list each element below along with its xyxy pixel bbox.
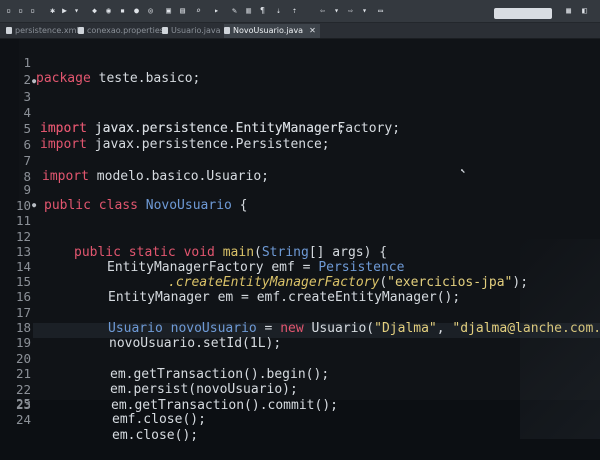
code-line: 25 emf.close(); [0, 380, 600, 427]
new-package-icon[interactable]: ▪ [118, 6, 127, 15]
run-icon[interactable]: ▶ [60, 6, 69, 15]
tab-label: Usuario.java [171, 26, 221, 35]
code-text: emf.close(); [112, 412, 206, 427]
fold-toggle-icon[interactable]: ● [32, 73, 36, 89]
pin-editor-icon[interactable]: ▭ [376, 6, 385, 15]
properties-file-icon [78, 27, 84, 34]
code-line: 16 [0, 273, 600, 304]
new-class-icon[interactable]: ● [132, 6, 141, 15]
new-file-icon[interactable]: ▫ [4, 6, 13, 15]
code-line: 10 [0, 182, 600, 213]
line-number: 25 [15, 396, 31, 411]
code-line: 13 EntityManagerFactory emf = Persistenc… [0, 228, 600, 275]
tab-label: persistence.xml [15, 26, 79, 35]
code-line: 12 [0, 213, 600, 244]
xml-file-icon [6, 27, 12, 34]
open-type-icon[interactable]: ▣ [164, 6, 173, 15]
toolbar: ▫ ▫ ▫ ✱ ▶ ▾ ◆ ◉ ▪ ● ◎ ▣ ▤ ⌕ ▸ ✎ ▥ ¶ ⇣ ⇡ … [0, 0, 600, 23]
code-line: 9 public class NovoUsuario { [0, 166, 600, 213]
new-interface-icon[interactable]: ◎ [146, 6, 155, 15]
next-annotation-icon[interactable]: ⇣ [274, 6, 283, 15]
annotation-icon[interactable]: ▸ [212, 6, 221, 15]
code-line: 20 em.getTransaction().begin(); [0, 335, 600, 382]
code-editor[interactable]: 1 package teste.basico; 2 3 ● import jav… [0, 39, 600, 443]
toggle-mark-icon[interactable]: ✎ [230, 6, 239, 15]
code-line: 11 ● public static void main(String[] ar… [0, 197, 600, 260]
code-line: 14 .createEntityManagerFactory("exercici… [0, 243, 600, 290]
back-icon[interactable]: ⇦ [318, 6, 327, 15]
forward-menu-icon[interactable]: ▾ [360, 6, 369, 15]
show-whitespace-icon[interactable]: ¶ [258, 6, 267, 15]
close-icon[interactable]: ✕ [309, 26, 316, 35]
code-line: 7 import modelo.basico.Usuario; [0, 137, 600, 184]
back-menu-icon[interactable]: ▾ [332, 6, 341, 15]
code-line: 17 Usuario novoUsuario = new Usuario("Dj… [0, 289, 600, 336]
mouse-pointer-icon: ⬉ [460, 167, 466, 177]
code-line: 6 [0, 121, 600, 152]
run-menu-icon[interactable]: ▾ [72, 6, 81, 15]
java-file-icon [162, 27, 168, 34]
save-icon[interactable]: ▫ [16, 6, 25, 15]
code-line: 1 package teste.basico; [0, 39, 600, 86]
prev-annotation-icon[interactable]: ⇡ [290, 6, 299, 15]
perspective-icon[interactable]: ◧ [580, 6, 589, 15]
save-all-icon[interactable]: ▫ [28, 6, 37, 15]
external-tools-icon[interactable]: ◆ [90, 6, 99, 15]
code-text: em.close(); [112, 428, 199, 443]
code-line: 21 em.persist(novoUsuario); [0, 350, 600, 397]
debug-icon[interactable]: ✱ [48, 6, 57, 15]
code-line: 5 import javax.persistence.Persistence; [0, 105, 600, 152]
code-line: 3 ● import javax.persistence.EntityManag… [0, 73, 600, 136]
tab-persistence-xml[interactable]: persistence.xml [6, 24, 79, 38]
tab-label: NovoUsuario.java [233, 26, 304, 35]
code-line: 4 import javax.persistence.EntityManager… [0, 89, 600, 136]
open-task-icon[interactable]: ▤ [178, 6, 187, 15]
tab-label: conexao.properties [87, 26, 164, 35]
tab-usuario-java[interactable]: Usuario.java [162, 24, 221, 38]
open-perspective-icon[interactable]: ▦ [564, 6, 573, 15]
java-file-icon [224, 27, 230, 34]
screen-glare [520, 239, 600, 439]
fold-toggle-icon[interactable]: ● [32, 197, 36, 213]
search-icon[interactable]: ⌕ [194, 6, 203, 15]
code-line: 19 [0, 319, 600, 350]
tab-conexao-properties[interactable]: conexao.properties [78, 24, 164, 38]
code-line: 15 EntityManager em = emf.createEntityMa… [0, 258, 600, 305]
code-line: 24 em.close(); [0, 396, 600, 443]
editor-tab-bar: persistence.xml conexao.properties Usuar… [0, 23, 600, 39]
code-line: 18 novoUsuario.setId(1L); [0, 304, 600, 351]
code-line: 2 [0, 56, 600, 87]
quick-access-search-input[interactable] [494, 8, 552, 19]
coverage-icon[interactable]: ◉ [104, 6, 113, 15]
tab-novousuario-java[interactable]: NovoUsuario.java ✕ [224, 24, 320, 38]
forward-icon[interactable]: ⇨ [346, 6, 355, 15]
toggle-block-icon[interactable]: ▥ [244, 6, 253, 15]
